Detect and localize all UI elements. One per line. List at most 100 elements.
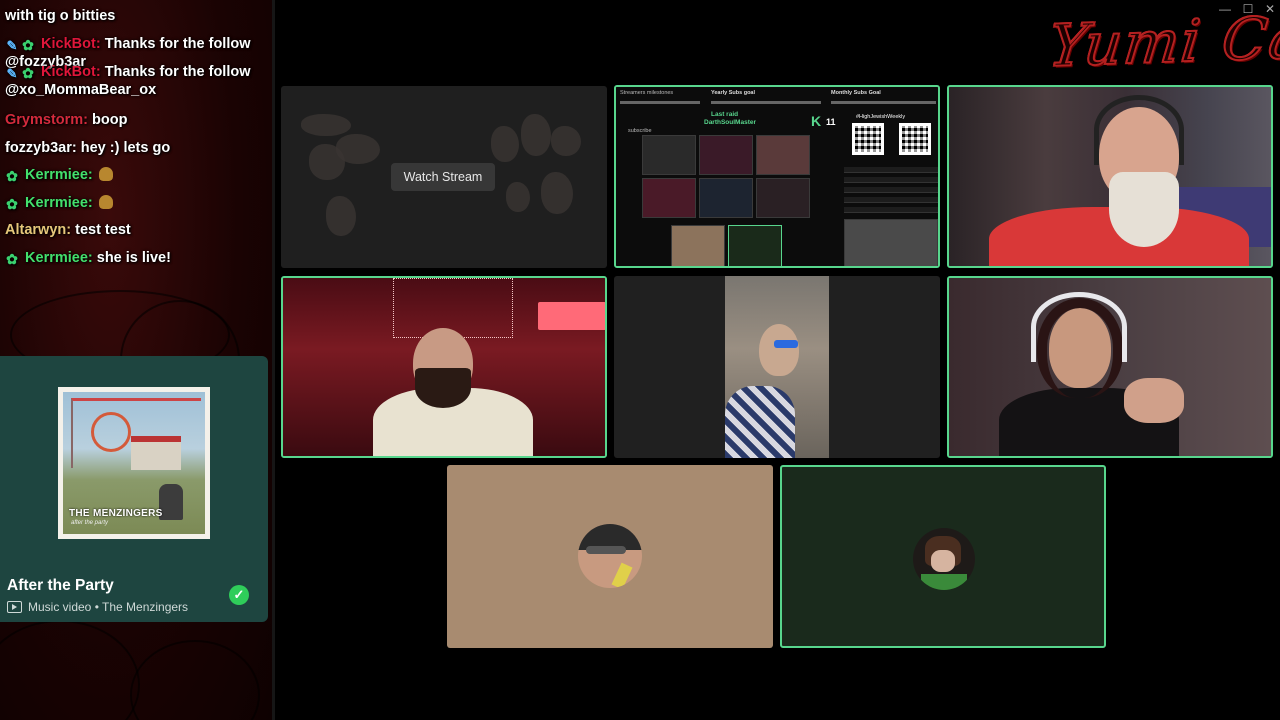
verified-badge-icon: ✿ xyxy=(22,37,34,53)
qr-code-icon xyxy=(852,123,884,155)
track-title[interactable]: After the Party xyxy=(7,577,114,595)
ferris-wheel-shape xyxy=(91,412,131,452)
track-meta: Music video • The Menzingers xyxy=(7,600,188,614)
background-spot xyxy=(326,196,356,236)
video-tile-participant[interactable] xyxy=(947,276,1273,458)
background-spot xyxy=(551,126,581,156)
video-tile-watch-stream[interactable]: Watch Stream xyxy=(281,86,607,268)
chat-author: fozzyb3ar: xyxy=(5,140,77,156)
mini-list-item xyxy=(844,187,938,193)
mini-list-item xyxy=(844,197,938,203)
background-spot xyxy=(491,126,519,162)
sunglasses-shape xyxy=(774,340,798,348)
emote-icon xyxy=(98,167,113,181)
verified-badge-icon: ✿ xyxy=(6,251,18,267)
audio-tile-participant[interactable] xyxy=(447,465,773,648)
plaid-shirt-shape xyxy=(725,386,795,458)
mini-list-item xyxy=(844,207,938,213)
mini-video-cell xyxy=(756,135,810,175)
chat-message: ✿ Kerrmiee: xyxy=(5,166,273,184)
mini-last-raid-label: Last raid xyxy=(711,111,739,118)
mini-video-cell xyxy=(844,219,938,266)
background-scribble xyxy=(0,620,140,720)
video-tile-participant[interactable] xyxy=(614,276,940,458)
chat-author: KickBot: xyxy=(41,64,101,80)
qr-code-icon xyxy=(899,123,931,155)
mini-subscribe: subscribe xyxy=(628,128,652,134)
chat-message: ✿ Kerrmiee: she is live! xyxy=(5,249,273,267)
chat-message-text: boop xyxy=(92,112,128,128)
video-tile-participant[interactable] xyxy=(281,276,607,458)
mini-video-cell xyxy=(642,135,696,175)
mini-list-item xyxy=(844,167,938,173)
video-tile-overlay[interactable]: Streamers milestones Yearly Subs goal Mo… xyxy=(614,85,940,268)
chat-author: Kerrmiee: xyxy=(25,167,93,183)
mini-yearly-goal: Yearly Subs goal xyxy=(711,90,756,96)
panel-divider xyxy=(272,0,275,720)
chat-message: with tig o bitties xyxy=(5,7,273,25)
background-spot xyxy=(521,114,551,156)
verified-badge-icon: ✿ xyxy=(6,168,18,184)
mini-video-cell xyxy=(756,178,810,218)
background-spot xyxy=(301,114,351,136)
headset-shape xyxy=(1094,95,1184,165)
chat-author: Grymstorm: xyxy=(5,112,88,128)
chat-message: Grymstorm: boop xyxy=(5,111,273,129)
chat-message: fozzyb3ar: hey :) lets go xyxy=(5,139,273,157)
moderator-sword-icon: ✎ xyxy=(6,38,18,53)
chat-message-text: test test xyxy=(75,222,131,238)
hand-shape xyxy=(1124,378,1184,423)
chat-author: Kerrmiee: xyxy=(25,195,93,211)
chat-message: ✎ ✿ KickBot: Thanks for the follow @xo_Mo… xyxy=(5,63,273,99)
kick-logo-icon: K xyxy=(811,113,822,129)
maximize-button[interactable]: ☐ xyxy=(1238,2,1258,16)
chat-author: KickBot: xyxy=(41,36,101,52)
goal-bar xyxy=(831,101,936,104)
face-shape xyxy=(759,324,799,376)
overlay-preview: Streamers milestones Yearly Subs goal Mo… xyxy=(616,87,938,266)
beard-shape xyxy=(1109,172,1179,247)
mini-video-cell xyxy=(642,178,696,218)
chat-author: Altarwyn: xyxy=(5,222,72,238)
mini-k-count: 11 xyxy=(826,117,836,127)
chat-message-text: hey :) lets go xyxy=(80,140,171,156)
music-video-icon xyxy=(7,601,22,613)
mini-header: Streamers milestones xyxy=(620,90,674,96)
mini-video-cell xyxy=(671,225,725,266)
background-scribble xyxy=(130,640,260,720)
track-meta-text: Music video • The Menzingers xyxy=(28,600,189,614)
verified-badge-icon: ✿ xyxy=(22,65,34,81)
album-art: THE MENZINGERS after the party xyxy=(58,387,210,539)
mini-last-raid-name: DarthSoulMaster xyxy=(704,119,757,126)
close-button[interactable]: ✕ xyxy=(1260,2,1280,16)
goal-bar xyxy=(620,101,700,104)
album-band-name: THE MENZINGERS xyxy=(69,508,163,519)
moderator-sword-icon: ✎ xyxy=(6,66,18,81)
mini-video-cell xyxy=(728,225,782,266)
minimize-button[interactable]: — xyxy=(1215,2,1235,16)
light-string-shape xyxy=(393,278,513,338)
audio-tile-participant[interactable] xyxy=(780,465,1106,648)
mini-video-cell xyxy=(699,178,753,218)
chat-message-text: with tig o bitties xyxy=(5,8,116,24)
chat-message-text: she is live! xyxy=(96,250,171,266)
now-playing-card[interactable]: THE MENZINGERS after the party After the… xyxy=(0,356,268,622)
mini-video-cell xyxy=(699,135,753,175)
neon-sign-shape xyxy=(538,302,605,330)
mini-handle: #HighJewishWeekly xyxy=(856,114,906,120)
chat-author: Kerrmiee: xyxy=(25,250,93,266)
emote-icon xyxy=(98,195,113,209)
background-spot xyxy=(336,134,380,164)
watch-stream-button[interactable]: Watch Stream xyxy=(391,163,495,191)
check-circle-icon: ✓ xyxy=(229,585,249,605)
participant-avatar xyxy=(913,528,975,590)
beard-shape xyxy=(415,368,471,408)
headset-shape xyxy=(1031,292,1127,362)
chat-message: ✿ Kerrmiee: xyxy=(5,194,273,212)
verified-badge-icon: ✿ xyxy=(6,196,18,212)
booth-shape xyxy=(131,436,181,470)
video-tile-participant[interactable] xyxy=(947,85,1273,268)
background-spot xyxy=(506,182,530,212)
mini-monthly-goal: Monthly Subs Goal xyxy=(831,90,881,96)
goal-bar xyxy=(711,101,821,104)
